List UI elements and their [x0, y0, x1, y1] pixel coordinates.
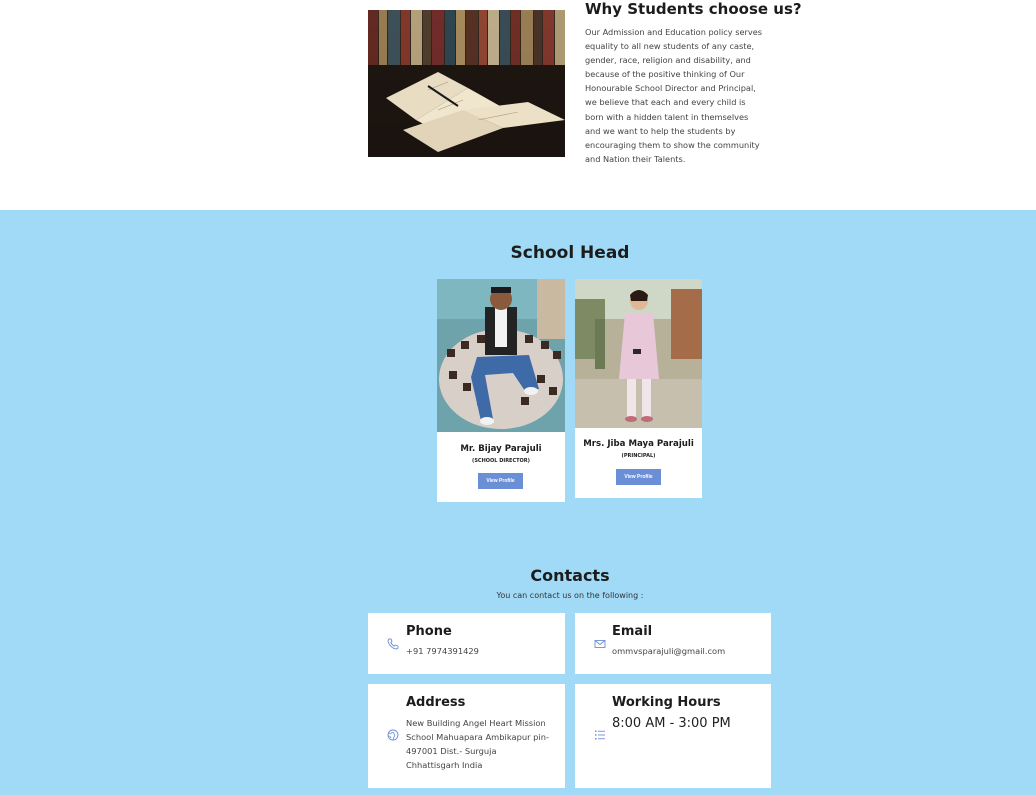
director-role: (SCHOOL DIRECTOR)	[472, 458, 530, 464]
contacts-title: Contacts	[530, 566, 610, 585]
address-lines: New Building Angel Heart Mission School …	[406, 716, 549, 772]
address-line: Chhattisgarh India	[406, 760, 483, 770]
principal-photo	[575, 279, 702, 428]
open-book-photo	[368, 10, 565, 157]
principal-card: Mrs. Jiba Maya Parajuli (PRINCIPAL) View…	[575, 279, 702, 498]
phone-icon	[387, 638, 399, 650]
director-photo	[437, 279, 565, 432]
why-section: Why Students choose us? Our Admission an…	[0, 0, 1036, 210]
address-line: New Building Angel Heart Mission	[406, 718, 546, 728]
phone-box: Phone +91 7974391429	[368, 613, 565, 674]
principal-view-profile-button[interactable]: View Profile	[616, 469, 661, 485]
school-head-title: School Head	[510, 243, 630, 263]
director-view-profile-button[interactable]: View Profile	[478, 473, 523, 489]
working-hours-value: 8:00 AM - 3:00 PM	[612, 716, 731, 731]
email-title: Email	[612, 624, 653, 639]
phone-title: Phone	[406, 624, 452, 639]
director-card: Mr. Bijay Parajuli (SCHOOL DIRECTOR) Vie…	[437, 279, 565, 502]
contacts-subtitle: You can contact us on the following :	[496, 591, 644, 600]
principal-name: Mrs. Jiba Maya Parajuli	[583, 439, 694, 449]
email-value[interactable]: ommvsparajuli@gmail.com	[612, 644, 725, 658]
phone-value[interactable]: +91 7974391429	[406, 644, 479, 658]
address-line: School Mahuapara Ambikapur pin-	[406, 732, 549, 742]
working-hours-box: Working Hours 8:00 AM - 3:00 PM	[575, 684, 771, 788]
address-line: 497001 Dist.- Surguja	[406, 746, 497, 756]
email-box: Email ommvsparajuli@gmail.com	[575, 613, 771, 674]
list-icon	[595, 730, 605, 740]
mail-icon	[594, 640, 606, 648]
why-description: Our Admission and Education policy serve…	[585, 27, 763, 164]
why-title: Why Students choose us?	[585, 0, 802, 18]
address-box: Address New Building Angel Heart Mission…	[368, 684, 565, 788]
page: Why Students choose us? Our Admission an…	[0, 0, 1036, 795]
director-name: Mr. Bijay Parajuli	[460, 444, 542, 454]
working-hours-title: Working Hours	[612, 695, 721, 710]
principal-role: (PRINCIPAL)	[621, 453, 656, 459]
globe-icon	[387, 729, 399, 741]
address-title: Address	[406, 695, 466, 710]
